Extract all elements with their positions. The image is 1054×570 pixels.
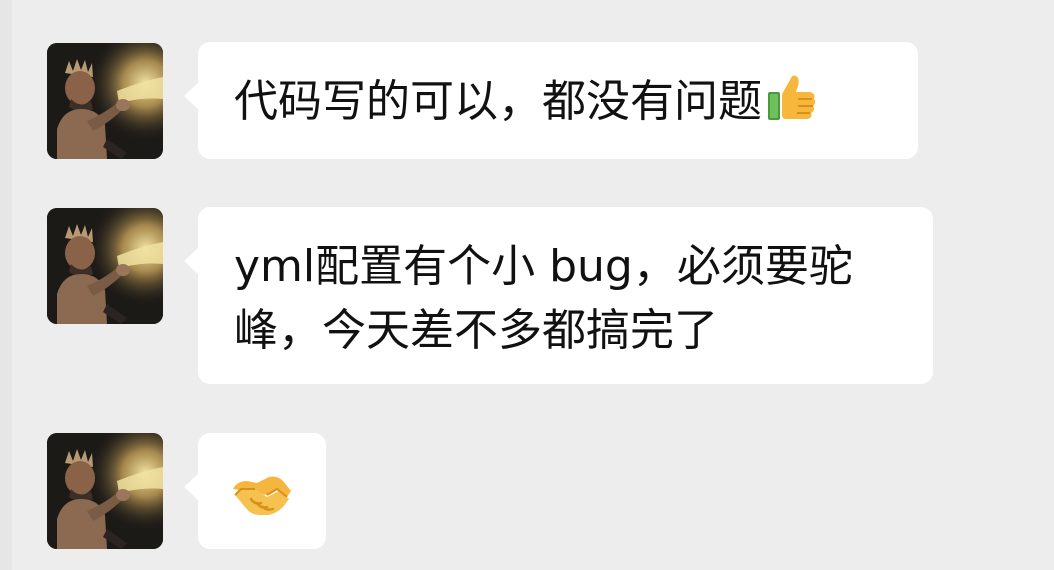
handshake-icon	[233, 476, 291, 515]
avatar-image	[47, 43, 163, 159]
message-text-line: 峰，今天差不多都搞完了	[234, 305, 718, 356]
message-bubble[interactable]: yml配置有个小 bug，必须要驼 峰，今天差不多都搞完了	[184, 207, 933, 384]
avatar[interactable]	[47, 433, 163, 549]
message-bubble[interactable]: 代码写的可以，都没有问题	[184, 42, 918, 159]
avatar[interactable]	[47, 43, 163, 159]
avatar-image	[47, 433, 163, 549]
window-edge	[0, 0, 12, 570]
thumbs-up-icon	[768, 75, 816, 120]
message-bubble[interactable]	[184, 433, 326, 549]
avatar-image	[47, 208, 163, 324]
message-text: 代码写的可以，都没有问题	[234, 76, 762, 127]
message-text-line: yml配置有个小 bug，必须要驼	[234, 241, 853, 292]
avatar[interactable]	[47, 208, 163, 324]
chat-message-list: 代码写的可以，都没有问题 yml配置有个小 bug，必须要驼 峰，今天差不多都搞…	[0, 0, 1054, 570]
